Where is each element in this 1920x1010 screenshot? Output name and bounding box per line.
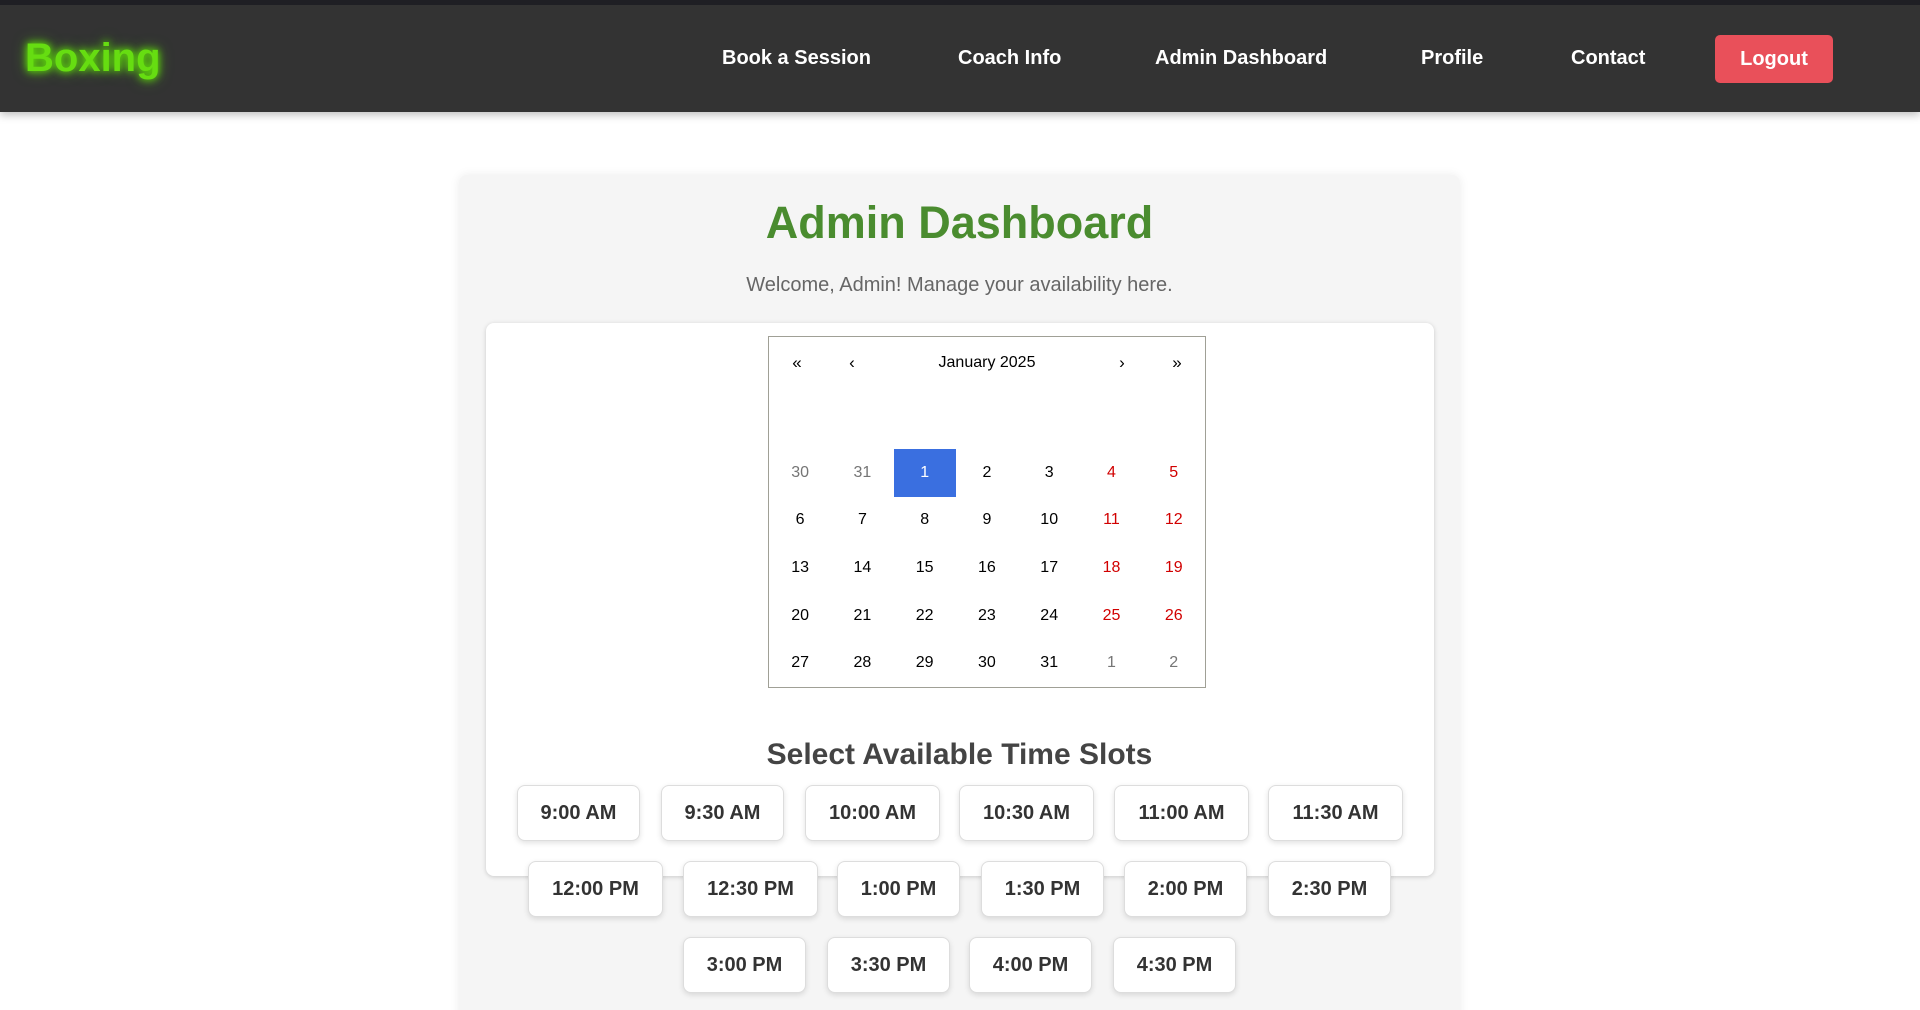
nav-link-book-session[interactable]: Book a Session xyxy=(722,47,871,70)
logout-button[interactable]: Logout xyxy=(1715,35,1833,83)
calendar-day[interactable]: 5 xyxy=(1143,449,1205,497)
time-slot-button[interactable]: 4:00 PM xyxy=(969,937,1092,993)
prev-year-button[interactable]: « xyxy=(782,353,812,373)
time-slot-button[interactable]: 2:30 PM xyxy=(1268,861,1391,917)
calendar-day[interactable]: 4 xyxy=(1080,449,1142,497)
calendar-day-selected[interactable]: 1 xyxy=(893,449,956,497)
calendar-day[interactable]: 16 xyxy=(956,544,1018,592)
prev-month-button[interactable]: ‹ xyxy=(837,353,867,373)
calendar-day[interactable]: 11 xyxy=(1080,497,1142,545)
calendar-day[interactable]: 14 xyxy=(831,544,893,592)
calendar-day[interactable]: 24 xyxy=(1018,592,1080,640)
top-navbar: Boxing Book a Session Coach Info Admin D… xyxy=(0,0,1920,112)
brand-logo[interactable]: Boxing xyxy=(25,36,161,81)
calendar-day[interactable]: 10 xyxy=(1018,497,1080,545)
calendar-day[interactable]: 7 xyxy=(831,497,893,545)
calendar: January 2025 « ‹ › » 30 31 1 2 3 4 5 6 7 8 9 10 11 12… xyxy=(768,336,1206,688)
calendar-day[interactable]: 17 xyxy=(1018,544,1080,592)
calendar-day[interactable]: 8 xyxy=(894,497,956,545)
calendar-day[interactable]: 26 xyxy=(1143,592,1205,640)
calendar-day[interactable]: 29 xyxy=(894,639,956,687)
calendar-day[interactable]: 9 xyxy=(956,497,1018,545)
calendar-day[interactable]: 6 xyxy=(769,497,831,545)
calendar-day[interactable]: 20 xyxy=(769,592,831,640)
admin-dashboard-card: Admin Dashboard Welcome, Admin! Manage y… xyxy=(459,175,1460,1010)
nav-link-contact[interactable]: Contact xyxy=(1571,47,1645,70)
time-slot-button[interactable]: 11:00 AM xyxy=(1114,785,1249,841)
calendar-day[interactable]: 1 xyxy=(1080,639,1142,687)
calendar-day[interactable]: 28 xyxy=(831,639,893,687)
time-slot-button[interactable]: 12:00 PM xyxy=(528,861,663,917)
calendar-day[interactable]: 21 xyxy=(831,592,893,640)
calendar-day[interactable]: 23 xyxy=(956,592,1018,640)
calendar-day[interactable]: 30 xyxy=(956,639,1018,687)
calendar-day[interactable]: 2 xyxy=(1143,639,1205,687)
calendar-day[interactable]: 2 xyxy=(956,449,1018,497)
time-slot-button[interactable]: 1:30 PM xyxy=(981,861,1104,917)
time-slot-button[interactable]: 10:00 AM xyxy=(805,785,940,841)
calendar-month-label[interactable]: January 2025 xyxy=(769,354,1205,372)
calendar-day[interactable]: 19 xyxy=(1143,544,1205,592)
calendar-day[interactable]: 30 xyxy=(769,449,831,497)
calendar-navigation: January 2025 « ‹ › » xyxy=(769,337,1205,391)
time-slot-button[interactable]: 4:30 PM xyxy=(1113,937,1236,993)
calendar-day[interactable]: 25 xyxy=(1080,592,1142,640)
nav-link-admin-dashboard[interactable]: Admin Dashboard xyxy=(1155,47,1327,70)
time-slot-button[interactable]: 11:30 AM xyxy=(1268,785,1403,841)
time-slot-button[interactable]: 10:30 AM xyxy=(959,785,1094,841)
calendar-day-grid: 30 31 1 2 3 4 5 6 7 8 9 10 11 12 13 14 15 16 17 18 19 20 21 22 2… xyxy=(769,449,1205,687)
next-month-button[interactable]: › xyxy=(1107,353,1137,373)
time-slot-button[interactable]: 3:30 PM xyxy=(827,937,950,993)
time-slot-button[interactable]: 9:00 AM xyxy=(517,785,640,841)
calendar-day[interactable]: 31 xyxy=(831,449,893,497)
time-slot-button[interactable]: 3:00 PM xyxy=(683,937,806,993)
calendar-day[interactable]: 3 xyxy=(1018,449,1080,497)
page-title: Admin Dashboard xyxy=(765,197,1154,248)
next-year-button[interactable]: » xyxy=(1162,353,1192,373)
calendar-day[interactable]: 22 xyxy=(894,592,956,640)
time-slot-button[interactable]: 2:00 PM xyxy=(1124,861,1247,917)
calendar-day[interactable]: 18 xyxy=(1080,544,1142,592)
nav-link-profile[interactable]: Profile xyxy=(1421,47,1483,70)
time-slot-button[interactable]: 12:30 PM xyxy=(683,861,818,917)
calendar-day[interactable]: 15 xyxy=(894,544,956,592)
time-slots-title: Select Available Time Slots xyxy=(766,738,1153,771)
calendar-day[interactable]: 12 xyxy=(1143,497,1205,545)
nav-link-coach-info[interactable]: Coach Info xyxy=(958,47,1061,70)
time-slot-button[interactable]: 1:00 PM xyxy=(837,861,960,917)
welcome-message: Welcome, Admin! Manage your availability… xyxy=(746,274,1173,296)
calendar-day[interactable]: 27 xyxy=(769,639,831,687)
time-slot-button[interactable]: 9:30 AM xyxy=(661,785,784,841)
calendar-day[interactable]: 13 xyxy=(769,544,831,592)
calendar-day[interactable]: 31 xyxy=(1018,639,1080,687)
